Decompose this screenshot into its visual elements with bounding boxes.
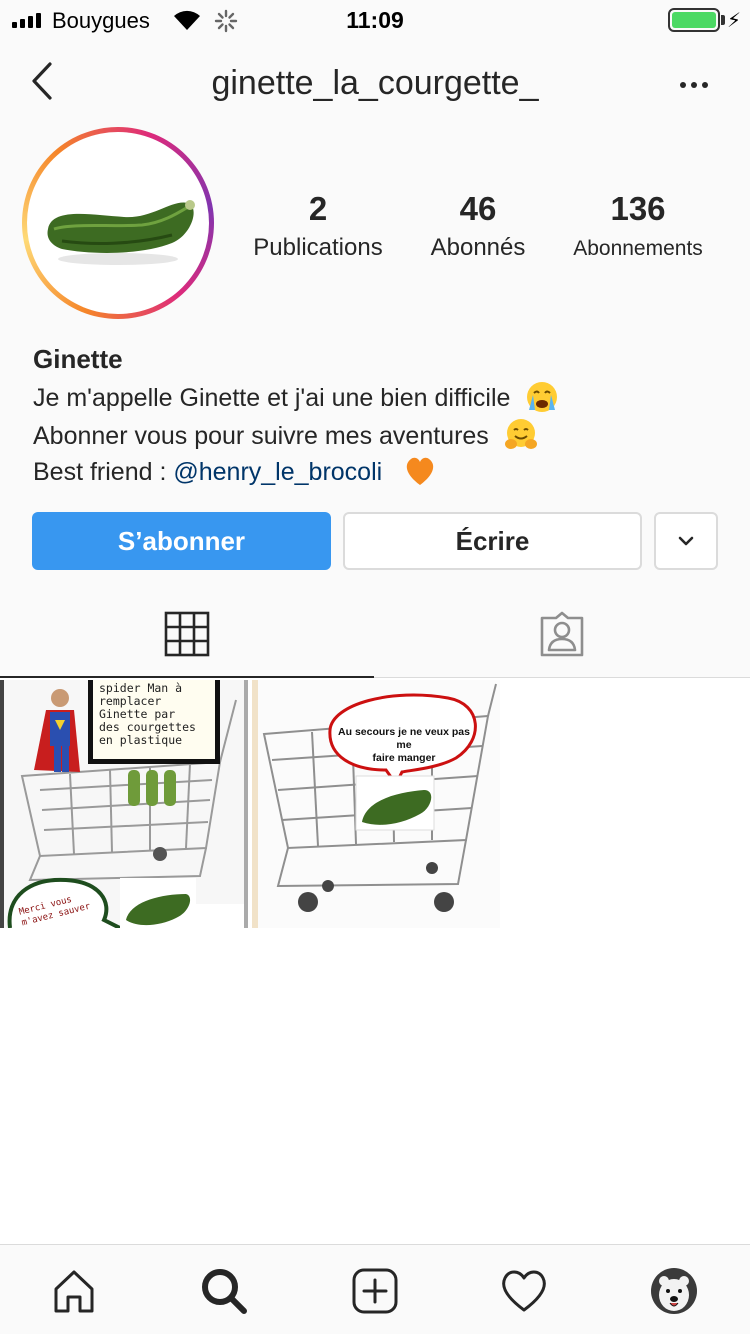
post-1-caption-line-5: en plastique: [99, 733, 183, 747]
crying-face-icon: [527, 382, 558, 412]
nav-profile[interactable]: [644, 1263, 704, 1319]
battery-icon: [668, 8, 720, 32]
plus-square-icon: [352, 1268, 398, 1314]
bio-text-3: Best friend :: [33, 458, 174, 486]
follow-button[interactable]: S’abonner: [32, 512, 331, 570]
post-1-caption-box: spider Man à remplacer Ginette par des c…: [88, 680, 220, 764]
post-thumbnail-2[interactable]: Au secours je ne veux pas me faire mange…: [252, 680, 500, 928]
grid-icon: [164, 611, 210, 657]
post-thumbnail-1[interactable]: spider Man à remplacer Ginette par des c…: [0, 680, 248, 928]
nav-search[interactable]: [194, 1263, 254, 1319]
home-icon: [54, 1270, 94, 1313]
search-icon: [202, 1269, 247, 1314]
post-2-speech-line-2: faire manger: [372, 752, 436, 764]
bottom-navigation: [0, 1244, 750, 1334]
display-name: Ginette: [33, 344, 123, 374]
orange-heart-icon: [406, 457, 434, 485]
message-button[interactable]: Écrire: [343, 512, 642, 570]
bio-text-2: Abonner vous pour suivre mes aventures: [33, 422, 489, 450]
more-options-button[interactable]: [672, 70, 716, 100]
profile-avatar[interactable]: [22, 127, 214, 319]
posts-count: 2: [308, 190, 328, 227]
followers-label: Abonnés: [430, 234, 526, 261]
heart-icon: [502, 1270, 546, 1312]
nav-home[interactable]: [44, 1263, 104, 1319]
following-label: Abonnements: [573, 237, 703, 260]
battery-tip: [721, 15, 725, 25]
bio-mention-link[interactable]: @henry_le_brocoli: [173, 458, 382, 486]
chevron-down-icon: [678, 536, 694, 546]
status-bar: Bouygues 11:09 ⚡: [0, 0, 750, 40]
post-2-speech: Au secours je ne veux pas me faire mange…: [334, 726, 474, 765]
nav-activity[interactable]: [494, 1263, 554, 1319]
active-tab-indicator: [0, 676, 374, 678]
stat-posts[interactable]: 2 Publications: [240, 190, 396, 262]
nav-new-post[interactable]: [345, 1263, 405, 1319]
tab-grid[interactable]: [0, 590, 374, 678]
post-2-speech-line-1: Au secours je ne veux pas me: [338, 726, 470, 751]
stat-followers[interactable]: 46 Abonnés: [410, 190, 546, 262]
avatar-icon: [651, 1268, 697, 1314]
post-image-2: [252, 680, 500, 928]
suggestions-dropdown-button[interactable]: [654, 512, 718, 570]
tagged-person-icon: [540, 611, 584, 657]
charging-icon: ⚡: [727, 10, 742, 32]
bio-text-1: Je m'appelle Ginette et j'ai une bien di…: [33, 384, 511, 412]
hugging-face-icon: [504, 419, 537, 449]
status-time: 11:09: [346, 7, 404, 33]
bio-line-1: Je m'appelle Ginette et j'ai une bien di…: [33, 380, 559, 414]
stat-following[interactable]: 136 Abonnements: [560, 190, 716, 261]
bio-line-3: Best friend : @henry_le_brocoli: [33, 454, 437, 488]
posts-label: Publications: [253, 234, 383, 261]
following-count: 136: [610, 190, 666, 227]
bio-line-2: Abonner vous pour suivre mes aventures: [33, 418, 538, 452]
tab-divider: [374, 677, 750, 678]
avatar-image: [32, 137, 204, 309]
followers-count: 46: [459, 190, 497, 227]
profile-username: ginette_la_courgette_: [211, 64, 539, 102]
tab-tagged[interactable]: [374, 590, 750, 678]
more-horizontal-icon: [680, 82, 686, 88]
